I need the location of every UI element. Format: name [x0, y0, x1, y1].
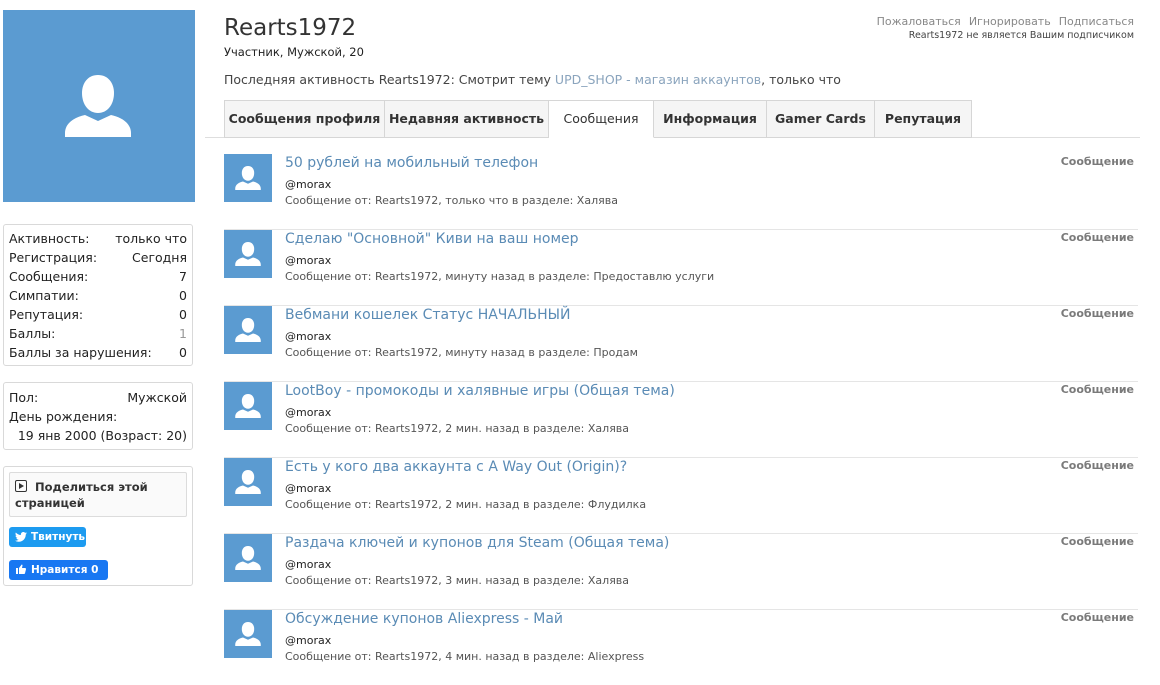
post-avatar[interactable]	[224, 154, 272, 202]
post-avatar[interactable]	[224, 534, 272, 582]
list-item: Есть у кого два аккаунта с A Way Out (Or…	[224, 458, 1138, 534]
follow-status-note: Rearts1972 не является Вашим подписчиком	[908, 30, 1134, 41]
post-type-label: Сообщение	[1060, 155, 1134, 168]
follow-link[interactable]: Подписаться	[1059, 15, 1134, 28]
tab-information[interactable]: Информация	[654, 100, 767, 138]
post-meta: Сообщение от: Rearts1972, 4 мин. назад в…	[285, 650, 645, 663]
post-avatar[interactable]	[224, 610, 272, 658]
post-mention: @morax	[285, 330, 332, 343]
post-meta: Сообщение от: Rearts1972, 2 мин. назад в…	[285, 498, 647, 511]
list-item: Раздача ключей и купонов для Steam (Обща…	[224, 534, 1138, 610]
ignore-link[interactable]: Игнорировать	[969, 15, 1051, 28]
post-avatar[interactable]	[224, 230, 272, 278]
post-meta: Сообщение от: Rearts1972, минуту назад в…	[285, 270, 715, 283]
post-type-label: Сообщение	[1060, 231, 1134, 244]
last-activity-thread-link[interactable]: UPD_SHOP - магазин аккаунтов	[555, 72, 761, 87]
post-title-link[interactable]: Есть у кого два аккаунта с A Way Out (Or…	[285, 459, 627, 475]
post-title-link[interactable]: 50 рублей на мобильный телефон	[285, 155, 538, 171]
profile-actions: Пожаловаться Игнорировать Подписаться	[869, 15, 1134, 28]
post-type-label: Сообщение	[1060, 307, 1134, 320]
list-item: Обсуждение купонов Aliexpress - Май @mor…	[224, 610, 1138, 685]
user-silhouette-icon	[235, 470, 261, 494]
post-meta: Сообщение от: Rearts1972, только что в р…	[285, 194, 618, 207]
post-avatar[interactable]	[224, 382, 272, 430]
tweet-button[interactable]: Твитнуть	[9, 527, 86, 547]
post-mention: @morax	[285, 482, 332, 495]
list-item: Сделаю "Основной" Киви на ваш номер @mor…	[224, 230, 1138, 306]
share-heading: Поделиться этой страницей	[9, 472, 187, 517]
post-meta: Сообщение от: Rearts1972, 2 мин. назад в…	[285, 422, 630, 435]
twitter-bird-icon	[15, 532, 27, 542]
tab-reputation[interactable]: Репутация	[875, 100, 972, 138]
post-title-link[interactable]: LootBoy - промокоды и халявные игры (Общ…	[285, 383, 675, 399]
report-link[interactable]: Пожаловаться	[877, 15, 961, 28]
tab-gamer-cards[interactable]: Gamer Cards	[767, 100, 875, 138]
share-panel: Поделиться этой страницей Твитнуть Нрави…	[3, 466, 193, 586]
tab-messages[interactable]: Сообщения	[549, 100, 654, 138]
post-title-link[interactable]: Обсуждение купонов Aliexpress - Май	[285, 611, 563, 627]
stat-row: Сообщения: 7	[9, 269, 187, 284]
user-silhouette-icon	[65, 75, 131, 137]
user-silhouette-icon	[235, 394, 261, 418]
stat-row: Симпатии: 0	[9, 288, 187, 303]
stat-row: Регистрация: Сегодня	[9, 250, 187, 265]
post-type-label: Сообщение	[1060, 611, 1134, 624]
post-title-link[interactable]: Раздача ключей и купонов для Steam (Обща…	[285, 535, 669, 551]
user-silhouette-icon	[235, 546, 261, 570]
post-title-link[interactable]: Вебмани кошелек Статус НАЧАЛЬНЫЙ	[285, 307, 570, 323]
stat-row: Баллы за нарушения: 0	[9, 345, 187, 360]
post-meta: Сообщение от: Rearts1972, 3 мин. назад в…	[285, 574, 630, 587]
user-silhouette-icon	[235, 166, 261, 190]
post-mention: @morax	[285, 558, 332, 571]
user-silhouette-icon	[235, 242, 261, 266]
user-title: Участник, Мужской, 20	[224, 45, 364, 59]
post-mention: @morax	[285, 406, 332, 419]
gender-row: Пол: Мужской	[9, 390, 187, 405]
points-link[interactable]: 1	[179, 324, 187, 343]
user-silhouette-icon	[235, 318, 261, 342]
birthday-row: День рождения:	[9, 409, 118, 424]
list-item: Вебмани кошелек Статус НАЧАЛЬНЫЙ @morax …	[224, 306, 1138, 382]
thumbs-up-icon	[16, 564, 27, 574]
list-item: 50 рублей на мобильный телефон @morax Со…	[224, 154, 1138, 230]
profile-stats-panel: Активность: только что Регистрация: Сегодн…	[3, 224, 193, 366]
profile-tabs: Сообщения профиля Недавняя активность Со…	[224, 100, 972, 138]
share-icon	[15, 480, 27, 492]
stat-row: Активность: только что	[9, 231, 187, 246]
post-avatar[interactable]	[224, 458, 272, 506]
stat-row: Баллы: 1	[9, 324, 187, 343]
list-item: LootBoy - промокоды и халявные игры (Общ…	[224, 382, 1138, 458]
profile-info-panel: Пол: Мужской День рождения: 19 янв 2000 (…	[3, 382, 193, 450]
post-meta: Сообщение от: Rearts1972, минуту назад в…	[285, 346, 638, 359]
post-type-label: Сообщение	[1060, 535, 1134, 548]
profile-avatar[interactable]	[3, 10, 195, 202]
post-type-label: Сообщение	[1060, 459, 1134, 472]
page-title: Rearts1972	[224, 15, 357, 41]
post-title-link[interactable]: Сделаю "Основной" Киви на ваш номер	[285, 231, 579, 247]
post-mention: @morax	[285, 254, 332, 267]
post-mention: @morax	[285, 178, 332, 191]
tab-recent-activity[interactable]: Недавняя активность	[385, 100, 549, 138]
stat-row: Репутация: 0	[9, 307, 187, 322]
post-type-label: Сообщение	[1060, 383, 1134, 396]
post-mention: @morax	[285, 634, 332, 647]
post-avatar[interactable]	[224, 306, 272, 354]
user-silhouette-icon	[235, 622, 261, 646]
birthday-value: 19 янв 2000 (Возраст: 20)	[17, 428, 187, 443]
last-activity: Последняя активность Rearts1972: Смотрит…	[224, 72, 841, 87]
facebook-like-button[interactable]: Нравится 0	[9, 560, 108, 580]
tab-profile-posts[interactable]: Сообщения профиля	[224, 100, 385, 138]
